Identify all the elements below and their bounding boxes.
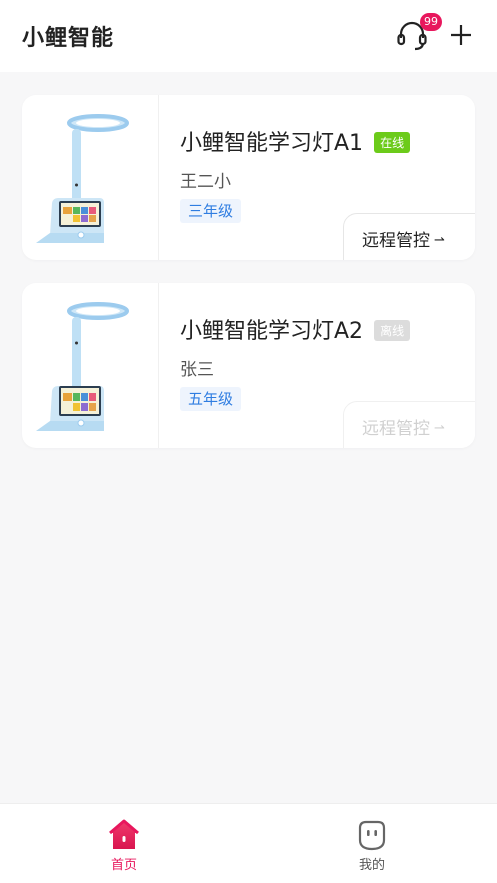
remote-control-label: 远程管控 (362, 231, 430, 251)
device-name: 小鲤智能学习灯A2 离线 (180, 313, 411, 345)
plus-icon (451, 25, 471, 45)
device-owner: 张三 (180, 360, 214, 380)
status-badge-offline: 离线 (374, 320, 411, 341)
tab-home[interactable]: 首页 (64, 804, 184, 883)
device-image (22, 283, 159, 448)
tab-mine[interactable]: 我的 (312, 804, 432, 883)
remote-control-button[interactable]: 远程管控 ⇀ (343, 213, 475, 260)
status-badge-online: 在线 (374, 132, 411, 153)
profile-face-icon (358, 820, 386, 851)
device-name-text: 小鲤智能学习灯A2 (180, 319, 364, 344)
device-image (22, 95, 159, 260)
add-device-button[interactable] (448, 22, 474, 48)
remote-control-label: 远程管控 (362, 419, 430, 439)
device-owner: 王二小 (180, 172, 231, 192)
device-name-text: 小鲤智能学习灯A1 (180, 131, 364, 156)
remote-control-button-disabled[interactable]: 远程管控 ⇀ (343, 401, 475, 448)
device-card[interactable]: 小鲤智能学习灯A2 离线 张三 五年级 远程管控 ⇀ (22, 283, 475, 448)
grade-tag: 五年级 (180, 387, 242, 411)
home-icon (109, 819, 139, 849)
tab-home-label: 首页 (110, 858, 137, 873)
app-title: 小鲤智能 (22, 26, 115, 51)
arrow-right-icon: ⇀ (434, 233, 445, 248)
device-name: 小鲤智能学习灯A1 在线 (180, 125, 411, 157)
grade-tag: 三年级 (180, 199, 242, 223)
arrow-right-icon: ⇀ (434, 421, 445, 436)
bottom-tab-bar: 首页 我的 (0, 803, 497, 883)
study-lamp-image (36, 114, 129, 243)
notification-badge: 99 (420, 13, 442, 31)
tab-mine-label: 我的 (358, 858, 385, 873)
device-card[interactable]: 小鲤智能学习灯A1 在线 王二小 三年级 远程管控 ⇀ (22, 95, 475, 260)
study-lamp-image (36, 302, 129, 431)
app-header: 小鲤智能 99 (0, 0, 497, 72)
